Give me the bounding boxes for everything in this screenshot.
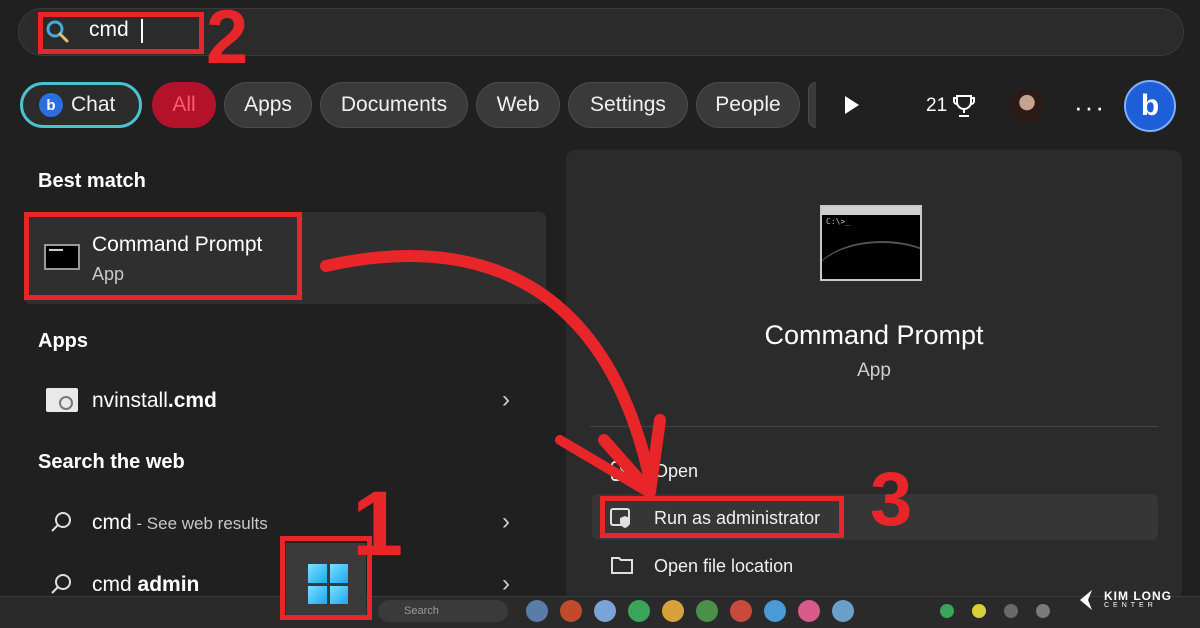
logo-line1: KIM LONG — [1104, 589, 1172, 603]
logo-line2: CENTER — [1104, 602, 1157, 609]
kim-long-logo: KIM LONG CENTER — [1078, 588, 1172, 612]
kim-long-mark-icon — [1080, 590, 1092, 610]
annotation-arrow — [320, 250, 666, 498]
